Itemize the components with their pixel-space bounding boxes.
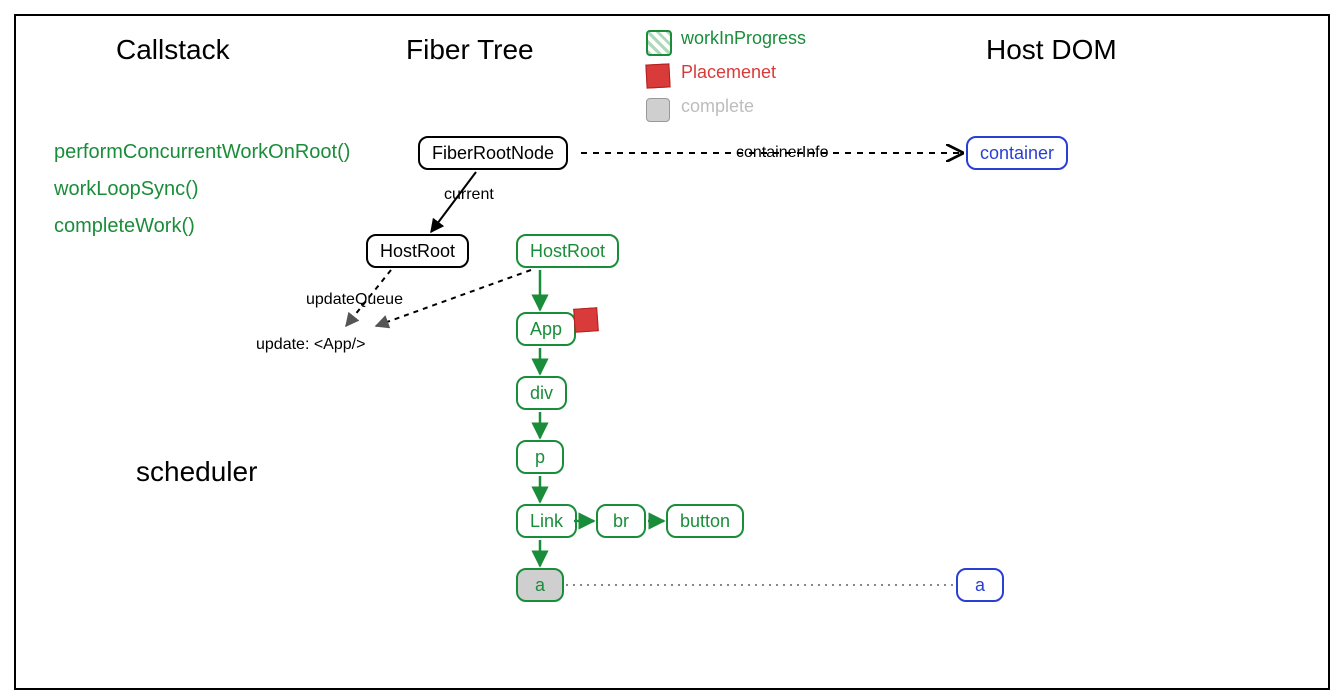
node-host-root-current: HostRoot [366, 234, 469, 268]
callstack-item-1: workLoopSync() [54, 178, 199, 201]
legend-swatch-wip [646, 30, 672, 56]
node-fiber-root: FiberRootNode [418, 136, 568, 170]
node-button: button [666, 504, 744, 538]
node-a: a [516, 568, 564, 602]
node-container: container [966, 136, 1068, 170]
edge-label-containerinfo: containerInfo [736, 144, 829, 162]
heading-callstack: Callstack [116, 34, 230, 66]
node-p: p [516, 440, 564, 474]
node-dom-a: a [956, 568, 1004, 602]
diagram-connectors [16, 16, 1328, 688]
node-app: App [516, 312, 576, 346]
edge-label-updatequeue: updateQueue [306, 291, 403, 309]
heading-fiber-tree: Fiber Tree [406, 34, 534, 66]
legend-label-wip: workInProgress [681, 28, 806, 49]
legend-label-placement: Placemenet [681, 62, 776, 83]
node-div: div [516, 376, 567, 410]
legend-label-complete: complete [681, 96, 754, 117]
heading-scheduler: scheduler [136, 456, 257, 488]
node-host-root-wip: HostRoot [516, 234, 619, 268]
edge-label-update-app: update: <App/> [256, 336, 365, 354]
legend-swatch-complete [646, 98, 670, 122]
edge-label-current: current [444, 186, 494, 204]
heading-host-dom: Host DOM [986, 34, 1117, 66]
callstack-item-0: performConcurrentWorkOnRoot() [54, 141, 350, 164]
legend-swatch-placement [645, 63, 670, 88]
diagram-frame: Callstack Fiber Tree Host DOM scheduler … [14, 14, 1330, 690]
node-link: Link [516, 504, 577, 538]
callstack-item-2: completeWork() [54, 215, 195, 238]
node-br: br [596, 504, 646, 538]
placement-flag-icon [573, 307, 599, 333]
